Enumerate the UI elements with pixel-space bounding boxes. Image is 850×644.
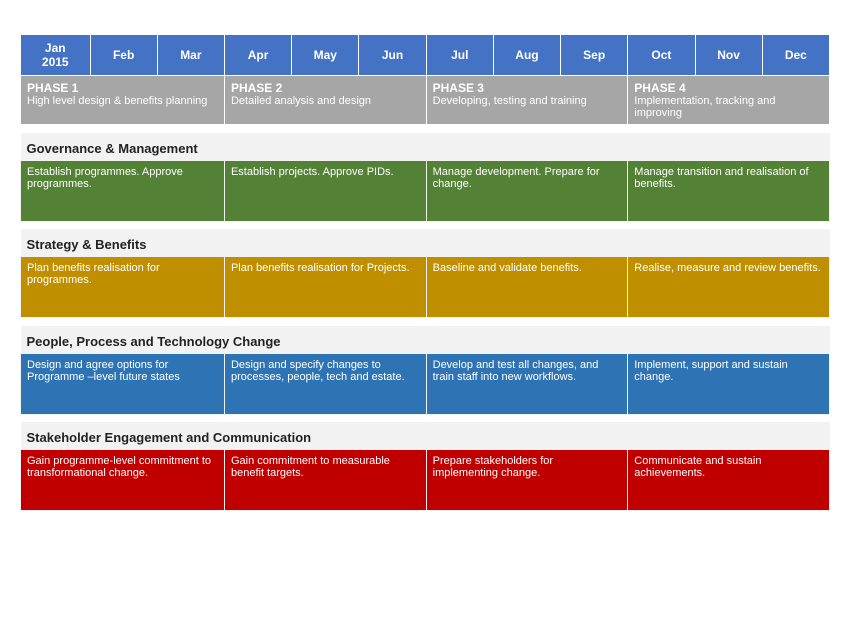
content-row-1-0: Plan benefits realisation for programmes… — [21, 257, 830, 318]
cell-inner-1-0-1: Plan benefits realisation for Projects. — [225, 257, 426, 317]
phase-row: PHASE 1High level design & benefits plan… — [21, 76, 830, 125]
header-col-7: Aug — [493, 35, 560, 76]
header-col-5: Jun — [359, 35, 426, 76]
cell-inner-3-0-0: Gain programme-level commitment to trans… — [21, 450, 224, 510]
cell-inner-0-0-1: Establish projects. Approve PIDs. — [225, 161, 426, 221]
header-col-2: Mar — [157, 35, 224, 76]
section-header-2: People, Process and Technology Change — [21, 326, 830, 354]
roadmap-table: Jan 2015FebMarAprMayJunJulAugSepOctNovDe… — [20, 34, 830, 519]
cell-3-0-2: Prepare stakeholders for implementing ch… — [426, 450, 628, 511]
cell-2-0-1: Design and specify changes to processes,… — [224, 353, 426, 414]
cell-0-0-1: Establish projects. Approve PIDs. — [224, 160, 426, 221]
cell-inner-0-0-3: Manage transition and realisation of ben… — [628, 161, 829, 221]
cell-3-0-1: Gain commitment to measurable benefit ta… — [224, 450, 426, 511]
cell-2-0-3: Implement, support and sustain change. — [628, 353, 830, 414]
section-header-1: Strategy & Benefits — [21, 229, 830, 257]
cell-3-0-0: Gain programme-level commitment to trans… — [21, 450, 225, 511]
phase-3: PHASE 3Developing, testing and training — [426, 76, 628, 125]
cell-inner-3-0-1: Gain commitment to measurable benefit ta… — [225, 450, 426, 510]
header-col-8: Sep — [561, 35, 628, 76]
cell-1-0-1: Plan benefits realisation for Projects. — [224, 257, 426, 318]
phase-4: PHASE 4Implementation, tracking and impr… — [628, 76, 830, 125]
cell-0-0-2: Manage development. Prepare for change. — [426, 160, 628, 221]
cell-inner-2-0-2: Develop and test all changes, and train … — [427, 354, 628, 414]
content-row-0-0: Establish programmes. Approve programmes… — [21, 160, 830, 221]
phase-1: PHASE 1High level design & benefits plan… — [21, 76, 225, 125]
section-header-0: Governance & Management — [21, 133, 830, 161]
cell-inner-2-0-3: Implement, support and sustain change. — [628, 354, 829, 414]
header-col-3: Apr — [224, 35, 291, 76]
cell-inner-0-0-0: Establish programmes. Approve programmes… — [21, 161, 224, 221]
header-col-9: Oct — [628, 35, 695, 76]
cell-inner-3-0-3: Communicate and sustain achievements. — [628, 450, 829, 510]
cell-0-0-0: Establish programmes. Approve programmes… — [21, 160, 225, 221]
cell-inner-2-0-1: Design and specify changes to processes,… — [225, 354, 426, 414]
header-col-4: May — [292, 35, 359, 76]
cell-2-0-2: Develop and test all changes, and train … — [426, 353, 628, 414]
header-col-6: Jul — [426, 35, 493, 76]
cell-inner-0-0-2: Manage development. Prepare for change. — [427, 161, 628, 221]
cell-inner-2-0-0: Design and agree options for Programme –… — [21, 354, 224, 414]
cell-1-0-3: Realise, measure and review benefits. — [628, 257, 830, 318]
cell-inner-3-0-2: Prepare stakeholders for implementing ch… — [427, 450, 628, 510]
cell-0-0-3: Manage transition and realisation of ben… — [628, 160, 830, 221]
header-col-1: Feb — [90, 35, 157, 76]
content-row-2-0: Design and agree options for Programme –… — [21, 353, 830, 414]
cell-inner-1-0-0: Plan benefits realisation for programmes… — [21, 257, 224, 317]
cell-3-0-3: Communicate and sustain achievements. — [628, 450, 830, 511]
cell-inner-1-0-2: Baseline and validate benefits. — [427, 257, 628, 317]
header-col-10: Nov — [695, 35, 762, 76]
phase-2: PHASE 2Detailed analysis and design — [224, 76, 426, 125]
header-row: Jan 2015FebMarAprMayJunJulAugSepOctNovDe… — [21, 35, 830, 76]
section-header-3: Stakeholder Engagement and Communication — [21, 422, 830, 450]
cell-1-0-0: Plan benefits realisation for programmes… — [21, 257, 225, 318]
cell-inner-1-0-3: Realise, measure and review benefits. — [628, 257, 829, 317]
content-row-3-0: Gain programme-level commitment to trans… — [21, 450, 830, 511]
cell-1-0-2: Baseline and validate benefits. — [426, 257, 628, 318]
header-col-11: Dec — [762, 35, 829, 76]
header-col-0: Jan 2015 — [21, 35, 91, 76]
cell-2-0-0: Design and agree options for Programme –… — [21, 353, 225, 414]
